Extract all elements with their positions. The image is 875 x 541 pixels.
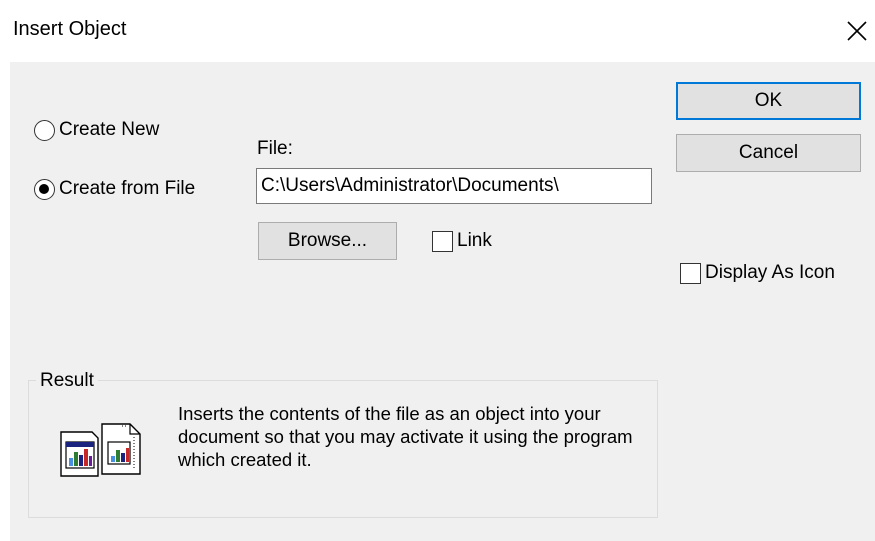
link-checkbox[interactable]: Link <box>432 230 492 252</box>
ok-button[interactable]: OK <box>676 82 861 120</box>
display-as-icon-label: Display As Icon <box>705 262 835 283</box>
create-from-file-radio-circle[interactable] <box>34 178 55 200</box>
file-path-input[interactable]: C:\Users\Administrator\Documents\ <box>256 168 652 204</box>
close-button[interactable] <box>838 12 874 48</box>
result-legend: Result <box>36 370 98 392</box>
create-new-radio[interactable]: Create New <box>34 119 159 141</box>
cancel-button[interactable]: Cancel <box>676 134 861 172</box>
create-from-file-label: Create from File <box>59 178 196 199</box>
insert-file-object-icon <box>58 418 142 482</box>
file-label: File: <box>257 138 293 159</box>
display-as-icon-checkbox-box[interactable] <box>680 262 701 284</box>
create-from-file-radio[interactable]: Create from File <box>34 178 195 200</box>
dialog-titlebar: Insert Object <box>0 0 875 62</box>
radio-selected-dot <box>39 183 49 194</box>
dialog-title: Insert Object <box>13 18 127 40</box>
create-new-label: Create New <box>59 119 160 140</box>
result-description: Inserts the contents of the file as an o… <box>178 403 633 470</box>
create-new-radio-circle[interactable] <box>34 119 55 141</box>
browse-button[interactable]: Browse... <box>258 222 397 260</box>
close-icon <box>847 21 867 41</box>
display-as-icon-checkbox[interactable]: Display As Icon <box>680 262 835 284</box>
link-label: Link <box>457 230 492 251</box>
link-checkbox-box[interactable] <box>432 230 453 252</box>
